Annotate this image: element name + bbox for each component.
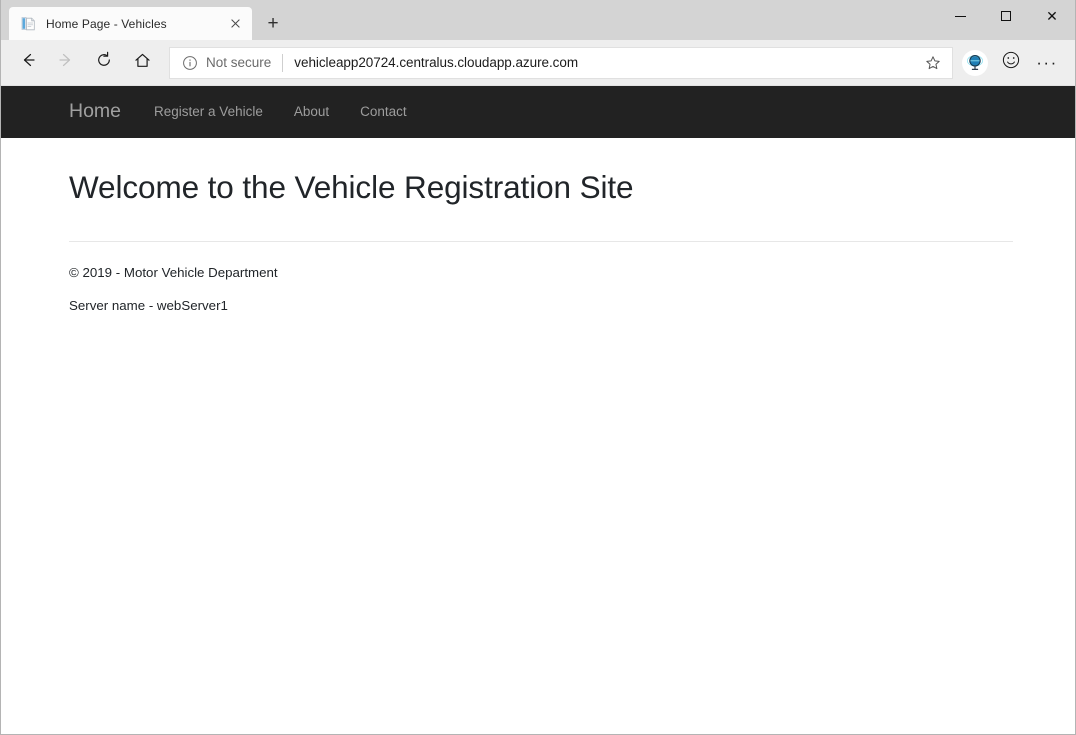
url-text[interactable]: vehicleapp20724.centralus.cloudapp.azure… <box>294 55 918 70</box>
nav-link-contact[interactable]: Contact <box>360 105 407 119</box>
minimize-button[interactable] <box>937 0 983 32</box>
window-controls: ✕ <box>937 0 1075 32</box>
nav-link-register-a-vehicle[interactable]: Register a Vehicle <box>154 105 263 119</box>
site-brand-home-link[interactable]: Home <box>69 102 121 122</box>
tab-close-icon[interactable] <box>224 13 246 35</box>
ellipsis-menu-icon: ··· <box>1036 54 1057 71</box>
browser-tab[interactable]: Home Page - Vehicles <box>9 7 252 40</box>
browser-title-bar: Home Page - Vehicles + ✕ <box>1 0 1075 40</box>
page-title: Welcome to the Vehicle Registration Site <box>69 169 1011 207</box>
document-page-icon <box>21 16 37 32</box>
page-container: Welcome to the Vehicle Registration Site… <box>1 138 1075 312</box>
nav-link-about[interactable]: About <box>294 105 329 119</box>
star-icon[interactable] <box>918 49 948 77</box>
smiley-face-icon <box>1001 50 1021 75</box>
new-tab-button[interactable]: + <box>256 7 290 40</box>
refresh-icon <box>95 51 113 74</box>
maximize-button[interactable] <box>983 0 1029 32</box>
forward-button <box>47 46 85 80</box>
site-navbar: Home Register a Vehicle About Contact <box>1 86 1075 138</box>
browser-toolbar: Not secure vehicleapp20724.centralus.clo… <box>1 40 1075 86</box>
address-bar[interactable]: Not secure vehicleapp20724.centralus.clo… <box>169 47 953 79</box>
globe-icon <box>962 50 988 76</box>
settings-menu-button[interactable]: ··· <box>1029 46 1065 80</box>
address-bar-separator <box>282 54 283 72</box>
page-viewport: Home Register a Vehicle About Contact We… <box>1 86 1075 734</box>
plus-icon: + <box>267 14 278 33</box>
close-window-button[interactable]: ✕ <box>1029 0 1075 32</box>
site-nav-links: Register a Vehicle About Contact <box>154 105 407 119</box>
tab-strip: Home Page - Vehicles + <box>1 0 290 40</box>
tab-title: Home Page - Vehicles <box>46 17 224 31</box>
back-button[interactable] <box>9 46 47 80</box>
browser-window: Home Page - Vehicles + ✕ <box>0 0 1076 735</box>
close-icon: ✕ <box>1046 8 1058 25</box>
info-circle-icon[interactable] <box>182 55 198 71</box>
security-status-text: Not secure <box>206 55 271 70</box>
back-arrow-icon <box>19 51 37 74</box>
feedback-button[interactable] <box>993 46 1029 80</box>
forward-arrow-icon <box>57 51 75 74</box>
footer-server-name: Server name - webServer1 <box>69 299 1011 312</box>
content-divider <box>69 241 1013 242</box>
home-button[interactable] <box>123 46 161 80</box>
refresh-button[interactable] <box>85 46 123 80</box>
globe-button[interactable] <box>957 46 993 80</box>
footer-copyright: © 2019 - Motor Vehicle Department <box>69 266 1011 279</box>
home-icon <box>133 51 152 75</box>
